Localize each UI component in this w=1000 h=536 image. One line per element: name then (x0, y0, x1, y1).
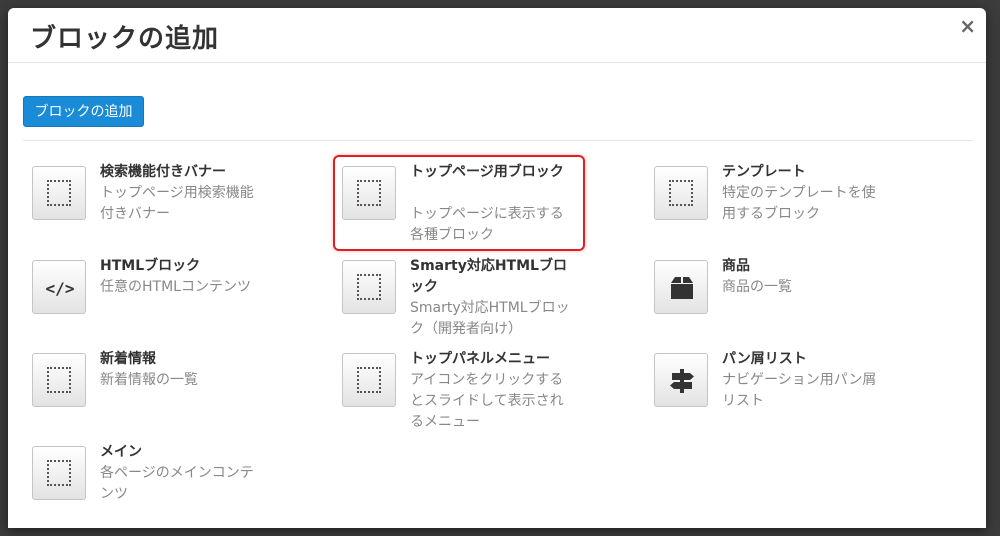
dotted-square-icon (32, 446, 86, 500)
block-title: トップパネルメニュー (410, 351, 550, 367)
add-block-button[interactable]: ブロックの追加 (23, 96, 144, 127)
block-title: Smarty対応HTMLブロック (410, 258, 567, 295)
block-title: パン屑リスト (722, 351, 807, 367)
dotted-square-icon (32, 166, 86, 220)
block-title: メイン (100, 444, 142, 460)
block-item-breadcrumb[interactable]: パン屑リスト ナビゲーション用パン屑リスト (654, 351, 904, 443)
add-block-modal: ブロックの追加 × ブロックの追加 検索機能付きバナー トップページ用検索機能付… (8, 8, 986, 528)
block-item-main[interactable]: メイン 各ページのメインコンテンツ (32, 444, 282, 536)
dotted-square-icon (342, 260, 396, 314)
block-description: 新着情報の一覧 (100, 372, 198, 388)
block-description: 商品の一覧 (722, 279, 792, 295)
block-description: Smarty対応HTMLブロック（開発者向け） (410, 300, 570, 337)
block-item-news[interactable]: 新着情報 新着情報の一覧 (32, 351, 282, 443)
block-item-product[interactable]: 商品 商品の一覧 (654, 258, 904, 350)
block-description: 任意のHTMLコンテンツ (100, 279, 251, 295)
modal-header: ブロックの追加 × (8, 8, 986, 63)
block-description: ナビゲーション用パン屑リスト (722, 372, 877, 409)
close-button[interactable]: × (959, 14, 976, 38)
block-item-template[interactable]: テンプレート 特定のテンプレートを使用するブロック (654, 164, 904, 256)
dotted-square-icon (32, 353, 86, 407)
dotted-square-icon (654, 166, 708, 220)
selection-highlight (333, 155, 585, 251)
block-description: トップページ用検索機能付きバナー (100, 185, 254, 222)
block-title: HTMLブロック (100, 258, 201, 274)
block-description: 各ページのメインコンテンツ (100, 465, 254, 502)
block-title: 新着情報 (100, 351, 156, 367)
block-description: アイコンをクリックするとスライドして表示されるメニュー (410, 372, 564, 430)
block-item-search-banner[interactable]: 検索機能付きバナー トップページ用検索機能付きバナー (32, 164, 282, 256)
block-description: 特定のテンプレートを使用するブロック (722, 185, 876, 222)
box-icon (654, 260, 708, 314)
signpost-icon (654, 353, 708, 407)
code-icon: </> (32, 260, 86, 314)
dotted-square-icon (342, 353, 396, 407)
block-title: テンプレート (722, 164, 806, 180)
block-title: 検索機能付きバナー (100, 164, 226, 180)
block-title: 商品 (722, 258, 750, 274)
modal-title: ブロックの追加 (30, 24, 220, 54)
block-item-html-block[interactable]: </> HTMLブロック 任意のHTMLコンテンツ (32, 258, 282, 350)
block-item-top-panel-menu[interactable]: トップパネルメニュー アイコンをクリックするとスライドして表示されるメニュー (342, 351, 592, 443)
divider (23, 140, 973, 141)
block-item-smarty-html-block[interactable]: Smarty対応HTMLブロック Smarty対応HTMLブロック（開発者向け） (342, 258, 592, 350)
svg-text:</>: </> (46, 279, 74, 298)
